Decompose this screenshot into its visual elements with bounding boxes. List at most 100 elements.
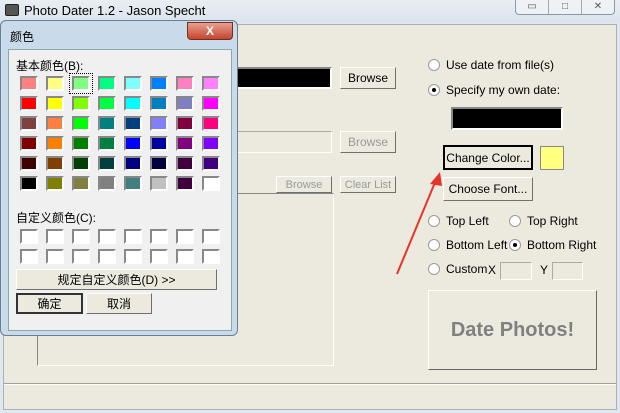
custom-color-swatch[interactable] (202, 229, 220, 244)
basic-color-swatch[interactable] (20, 176, 38, 191)
basic-color-swatch[interactable] (202, 116, 220, 131)
basic-color-swatch[interactable] (150, 96, 168, 111)
basic-color-swatch[interactable] (98, 116, 116, 131)
basic-color-swatch[interactable] (98, 176, 116, 191)
radio-bottom-right[interactable]: Bottom Right (509, 238, 596, 252)
output-folder-input[interactable] (224, 131, 332, 153)
basic-color-swatch[interactable] (124, 176, 142, 191)
radio-custom[interactable]: Custom (428, 262, 487, 276)
radio-bottom-left[interactable]: Bottom Left (428, 238, 507, 252)
basic-color-swatch[interactable] (20, 156, 38, 171)
basic-color-swatch[interactable] (150, 76, 168, 91)
basic-color-swatch[interactable] (98, 156, 116, 171)
radio-label: Top Left (446, 214, 489, 228)
date-input[interactable] (451, 107, 563, 130)
radio-specify-date[interactable]: Specify my own date: (428, 83, 560, 97)
basic-color-swatch[interactable] (176, 156, 194, 171)
custom-color-swatch[interactable] (124, 249, 142, 264)
basic-color-swatch[interactable] (202, 136, 220, 151)
basic-color-swatch[interactable] (20, 136, 38, 151)
custom-color-swatch[interactable] (98, 249, 116, 264)
choose-font-button[interactable]: Choose Font... (443, 177, 533, 201)
change-color-button[interactable]: Change Color... (443, 145, 533, 170)
basic-colors-label: 基本颜色(B): (16, 59, 84, 73)
basic-color-swatch[interactable] (72, 176, 90, 191)
radio-label: Custom (446, 262, 488, 276)
basic-color-swatch[interactable] (72, 136, 90, 151)
basic-color-swatch[interactable] (124, 76, 142, 91)
basic-color-swatch[interactable] (150, 176, 168, 191)
browse-output-button[interactable]: Browse (340, 131, 396, 153)
custom-y-input[interactable] (552, 262, 583, 280)
custom-color-swatch[interactable] (46, 229, 64, 244)
basic-color-swatch[interactable] (124, 116, 142, 131)
basic-color-swatch[interactable] (46, 136, 64, 151)
basic-color-swatch[interactable] (98, 96, 116, 111)
basic-color-swatch[interactable] (176, 176, 194, 191)
basic-color-swatch[interactable] (124, 156, 142, 171)
custom-color-swatch[interactable] (98, 229, 116, 244)
basic-color-swatch[interactable] (150, 116, 168, 131)
custom-color-swatch[interactable] (202, 249, 220, 264)
basic-color-swatch[interactable] (176, 96, 194, 111)
basic-color-swatch[interactable] (46, 176, 64, 191)
custom-color-swatch[interactable] (72, 229, 90, 244)
minimize-button[interactable]: ▭ (516, 0, 549, 14)
folder-input[interactable] (224, 67, 332, 89)
date-photos-button[interactable]: Date Photos! (428, 290, 597, 370)
custom-color-swatch[interactable] (20, 249, 38, 264)
basic-color-swatch[interactable] (202, 96, 220, 111)
basic-color-swatch[interactable] (20, 96, 38, 111)
basic-color-swatch[interactable] (202, 176, 220, 191)
radio-top-left[interactable]: Top Left (428, 214, 489, 228)
basic-color-swatch[interactable] (124, 96, 142, 111)
radio-label: Top Right (527, 214, 578, 228)
custom-color-swatch[interactable] (20, 229, 38, 244)
basic-color-swatch[interactable] (176, 116, 194, 131)
ok-button[interactable]: 确定 (16, 293, 83, 314)
dialog-title: 颜色 (10, 30, 35, 44)
basic-color-swatch[interactable] (72, 156, 90, 171)
basic-color-swatch[interactable] (176, 76, 194, 91)
color-preview-swatch (540, 146, 564, 170)
browse-button[interactable]: Browse (340, 67, 396, 89)
basic-color-swatch[interactable] (150, 156, 168, 171)
radio-circle (509, 215, 521, 227)
custom-x-input[interactable] (500, 262, 532, 280)
basic-color-swatch[interactable] (72, 96, 90, 111)
custom-color-swatch[interactable] (46, 249, 64, 264)
basic-color-swatch[interactable] (150, 136, 168, 151)
basic-color-swatch[interactable] (176, 136, 194, 151)
radio-use-date-from-file[interactable]: Use date from file(s) (428, 58, 554, 72)
custom-color-swatch[interactable] (176, 229, 194, 244)
browse-files-button[interactable]: Browse (276, 176, 332, 193)
basic-color-swatch[interactable] (46, 156, 64, 171)
x-label: X (488, 263, 497, 277)
custom-color-swatch[interactable] (124, 229, 142, 244)
basic-color-swatch[interactable] (69, 73, 93, 94)
basic-color-swatch[interactable] (72, 116, 90, 131)
basic-color-swatch[interactable] (20, 76, 38, 91)
status-separator (4, 383, 616, 385)
basic-color-swatch[interactable] (20, 116, 38, 131)
close-button[interactable]: ✕ (582, 0, 614, 14)
custom-color-swatch[interactable] (72, 249, 90, 264)
custom-color-swatch[interactable] (150, 229, 168, 244)
basic-color-swatch[interactable] (98, 76, 116, 91)
cancel-button[interactable]: 取消 (86, 293, 152, 314)
maximize-button[interactable]: □ (549, 0, 582, 14)
clear-list-button[interactable]: Clear List (340, 176, 396, 193)
basic-color-swatch[interactable] (202, 76, 220, 91)
basic-color-swatch[interactable] (46, 96, 64, 111)
define-custom-colors-button[interactable]: 规定自定义颜色(D) >> (16, 269, 217, 290)
basic-color-swatch[interactable] (98, 136, 116, 151)
basic-color-swatch[interactable] (124, 136, 142, 151)
basic-color-swatch[interactable] (46, 116, 64, 131)
basic-color-swatch[interactable] (202, 156, 220, 171)
basic-color-swatch[interactable] (46, 76, 64, 91)
custom-color-swatch[interactable] (176, 249, 194, 264)
radio-top-right[interactable]: Top Right (509, 214, 578, 228)
dialog-close-button[interactable]: X (187, 22, 233, 40)
radio-label: Bottom Right (527, 238, 597, 252)
custom-color-swatch[interactable] (150, 249, 168, 264)
